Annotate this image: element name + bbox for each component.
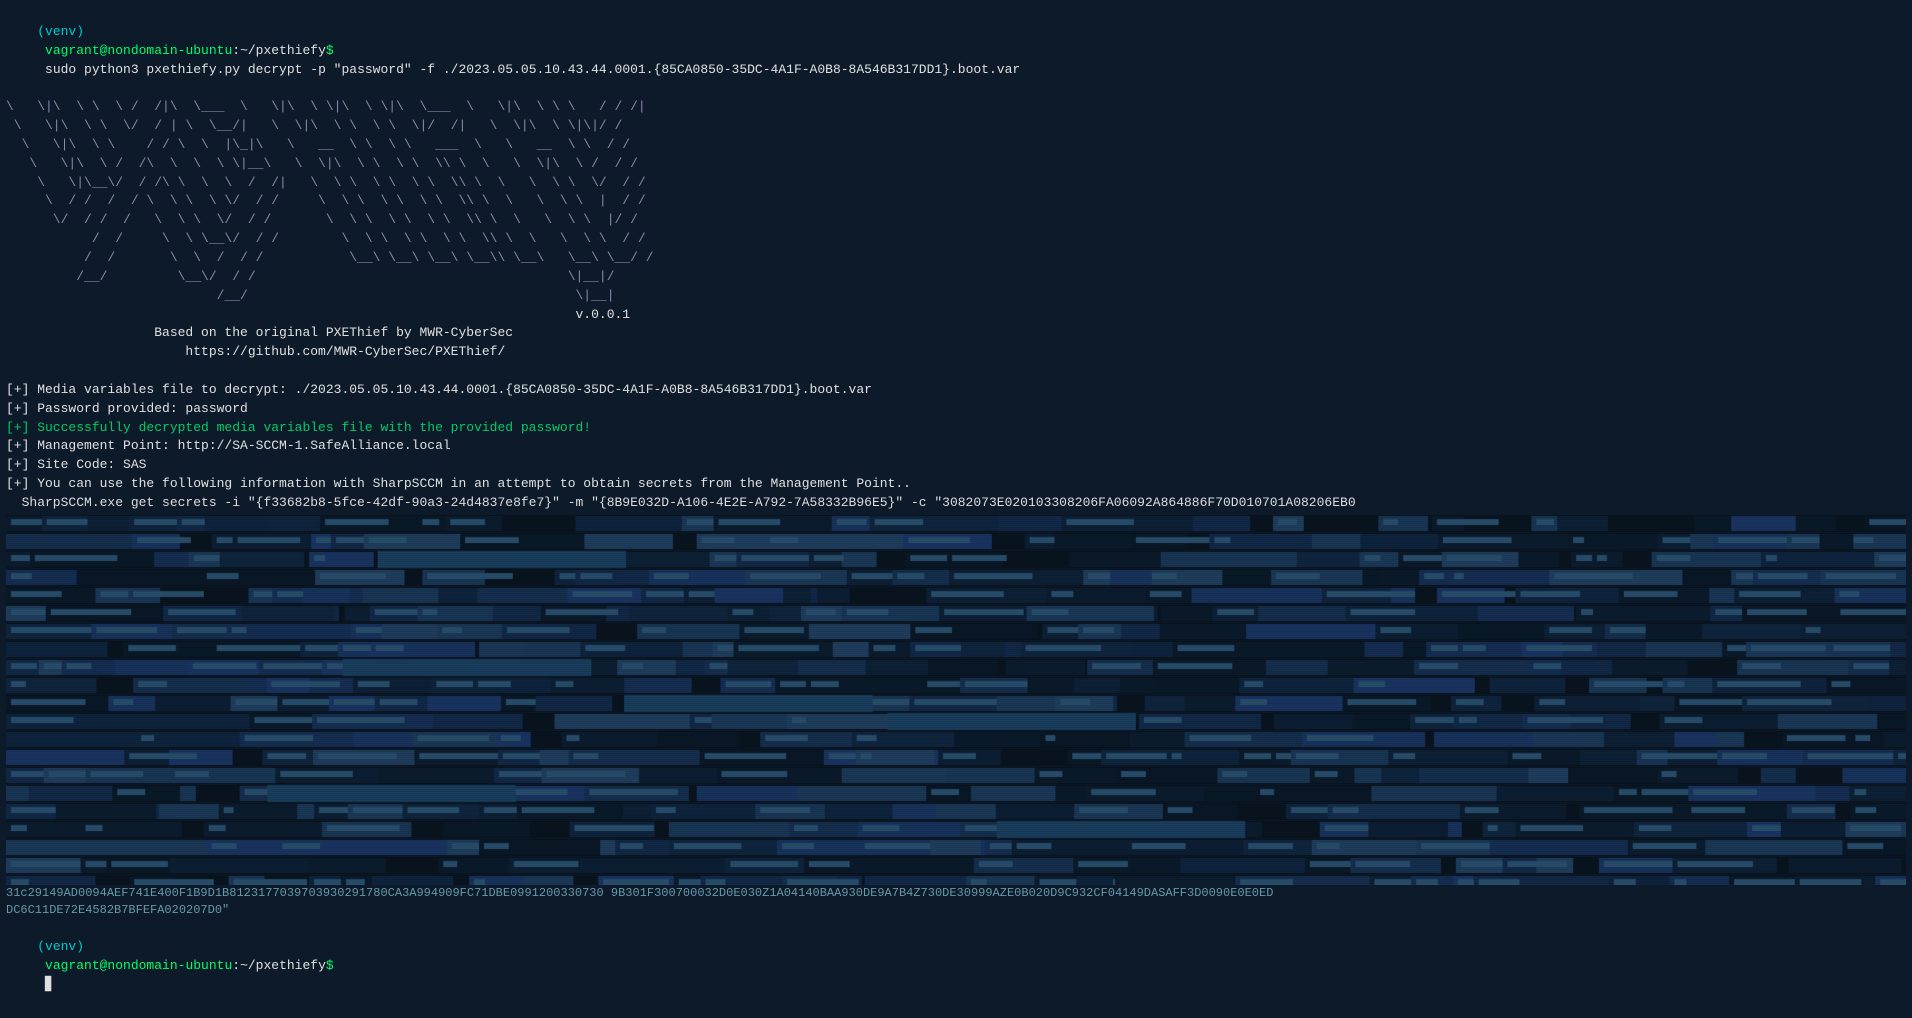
prompt-symbol: $: [326, 43, 334, 58]
cursor: ▋: [37, 977, 55, 992]
hex-dump-line-1: 31c29149AD0094AEF741E400F1B9D1B812317703…: [6, 885, 1906, 902]
output-line-6: [+] You can use the following informatio…: [6, 475, 1906, 494]
final-prompt-line[interactable]: (venv) vagrant@nondomain-ubuntu:~/pxethi…: [6, 920, 1906, 1014]
path-label: :~/pxethiefy: [232, 43, 326, 58]
command-line: (venv) vagrant@nondomain-ubuntu:~/pxethi…: [6, 4, 1906, 98]
output-line-1: [+] Media variables file to decrypt: ./2…: [6, 381, 1906, 400]
version-line: v.0.0.1: [6, 306, 1906, 325]
binary-data-block: [6, 515, 1906, 885]
hex-dump-line-2: DC6C11DE72E4582B7BFEFA020207D0": [6, 902, 1906, 919]
blank-line: [6, 362, 1906, 381]
sharpsccm-line: SharpSCCM.exe get secrets -i "{f33682b8-…: [6, 494, 1906, 513]
venv-label: (venv): [37, 24, 84, 39]
credit-line1: Based on the original PXEThief by MWR-Cy…: [6, 324, 1906, 343]
output-line-2: [+] Password provided: password: [6, 400, 1906, 419]
command-text: sudo python3 pxethiefy.py decrypt -p "pa…: [37, 62, 1020, 77]
terminal-window: (venv) vagrant@nondomain-ubuntu:~/pxethi…: [0, 0, 1912, 1018]
ascii-banner: \ \|\ \ \ \ / /|\ \___ \ \|\ \ \|\ \ \|\…: [6, 98, 1906, 305]
final-symbol: $: [326, 958, 334, 973]
final-venv: (venv): [37, 939, 84, 954]
noise-canvas: [6, 515, 1906, 885]
output-line-3: [+] Successfully decrypted media variabl…: [6, 419, 1906, 438]
final-path: :~/pxethiefy: [232, 958, 326, 973]
credit-line2: https://github.com/MWR-CyberSec/PXEThief…: [6, 343, 1906, 362]
output-line-4: [+] Management Point: http://SA-SCCM-1.S…: [6, 437, 1906, 456]
final-user: vagrant@nondomain-ubuntu: [37, 958, 232, 973]
output-line-5: [+] Site Code: SAS: [6, 456, 1906, 475]
user-host: vagrant@nondomain-ubuntu: [37, 43, 232, 58]
